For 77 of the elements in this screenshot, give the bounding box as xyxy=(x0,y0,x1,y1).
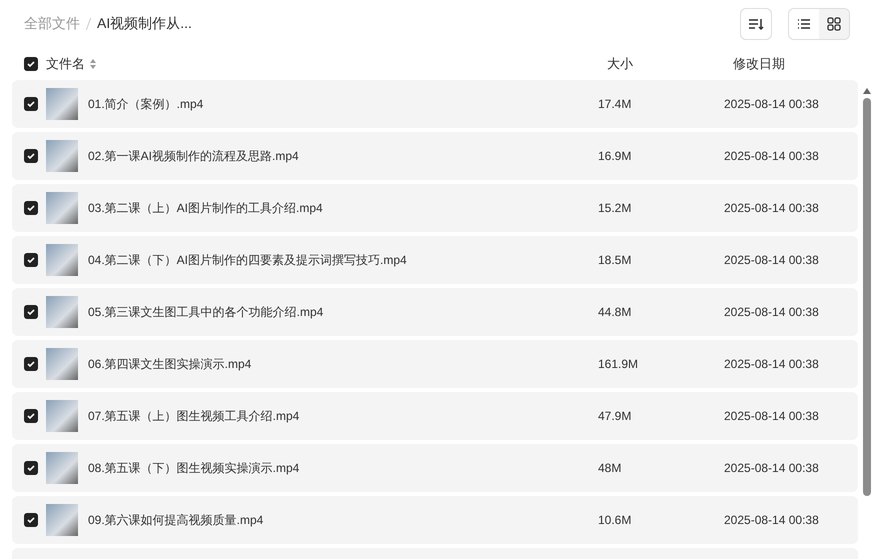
modified-date: 2025-08-14 00:38 xyxy=(724,201,819,215)
check-icon xyxy=(26,99,36,109)
row-checkbox[interactable] xyxy=(24,461,38,475)
file-row[interactable]: 04.第二课（下）AI图片制作的四要素及提示词撰写技巧.mp4 18.5M 2025-08-14 00:38 xyxy=(12,236,858,284)
file-name: 01.简介（案例）.mp4 xyxy=(88,96,204,112)
file-size: 18.5M xyxy=(598,253,632,267)
scrollbar-thumb[interactable] xyxy=(863,98,871,496)
file-size: 15.2M xyxy=(598,201,632,215)
size-column-header: 大小 xyxy=(607,55,634,73)
video-thumbnail-placeholder xyxy=(46,244,78,276)
modified-date: 2025-08-14 00:38 xyxy=(724,357,819,371)
file-row[interactable]: 09.第六课如何提高视频质量.mp4 10.6M 2025-08-14 00:38 xyxy=(12,496,858,544)
file-name: 08.第五课（下）图生视频实操演示.mp4 xyxy=(88,460,300,476)
video-thumbnail-placeholder xyxy=(46,296,78,328)
grid-icon xyxy=(827,17,841,31)
modified-date: 2025-08-14 00:38 xyxy=(724,149,819,163)
sort-arrows-icon[interactable] xyxy=(89,58,97,70)
row-checkbox[interactable] xyxy=(24,253,38,267)
check-icon xyxy=(26,463,36,473)
row-checkbox[interactable] xyxy=(24,513,38,527)
video-thumbnail-placeholder xyxy=(46,88,78,120)
row-checkbox[interactable] xyxy=(24,409,38,423)
file-size: 44.8M xyxy=(598,305,632,319)
sort-icon xyxy=(748,17,764,31)
video-thumbnail-placeholder xyxy=(46,400,78,432)
file-name: 09.第六课如何提高视频质量.mp4 xyxy=(88,512,264,528)
file-size: 48M xyxy=(598,461,622,475)
file-size: 161.9M xyxy=(598,357,640,371)
modified-date: 2025-08-14 00:38 xyxy=(724,97,819,111)
file-row[interactable]: 03.第二课（上）AI图片制作的工具介绍.mp4 15.2M 2025-08-14 00:38 xyxy=(12,184,858,232)
row-checkbox[interactable] xyxy=(24,149,38,163)
video-thumbnail-placeholder xyxy=(46,140,78,172)
row-checkbox[interactable] xyxy=(24,305,38,319)
scroll-up-icon[interactable] xyxy=(863,88,871,94)
check-icon xyxy=(26,151,36,161)
file-row[interactable]: 06.第四课文生图实操演示.mp4 161.9M 2025-08-14 00:38 xyxy=(12,340,858,388)
file-row[interactable]: 08.第五课（下）图生视频实操演示.mp4 48M 2025-08-14 00:38 xyxy=(12,444,858,492)
modified-date: 2025-08-14 00:38 xyxy=(724,253,819,267)
row-checkbox[interactable] xyxy=(24,357,38,371)
modified-date: 2025-08-14 00:38 xyxy=(724,409,819,423)
modified-date: 2025-08-14 00:38 xyxy=(724,513,819,527)
file-size: 16.9M xyxy=(598,149,632,163)
check-icon xyxy=(26,359,36,369)
video-thumbnail-placeholder xyxy=(46,348,78,380)
file-row[interactable]: 07.第五课（上）图生视频工具介绍.mp4 47.9M 2025-08-14 00:38 xyxy=(12,392,858,440)
file-name: 02.第一课AI视频制作的流程及思路.mp4 xyxy=(88,148,300,164)
sort-button[interactable] xyxy=(740,8,772,40)
row-checkbox[interactable] xyxy=(24,97,38,111)
video-thumbnail-placeholder xyxy=(46,504,78,536)
video-thumbnail-placeholder xyxy=(46,452,78,484)
list-icon xyxy=(797,18,811,30)
file-size: 10.6M xyxy=(598,513,632,527)
current-folder: AI视频制作从... xyxy=(97,15,192,33)
file-name: 04.第二课（下）AI图片制作的四要素及提示词撰写技巧.mp4 xyxy=(88,252,408,268)
row-checkbox[interactable] xyxy=(24,201,38,215)
check-icon xyxy=(26,515,36,525)
check-icon xyxy=(26,255,36,265)
modified-date: 2025-08-14 00:38 xyxy=(724,461,819,475)
file-row[interactable]: 05.第三课文生图工具中的各个功能介绍.mp4 44.8M 2025-08-14 00:38 xyxy=(12,288,858,336)
file-name: 05.第三课文生图工具中的各个功能介绍.mp4 xyxy=(88,304,324,320)
file-name: 07.第五课（上）图生视频工具介绍.mp4 xyxy=(88,408,300,424)
check-icon xyxy=(26,59,36,69)
file-row[interactable]: 01.简介（案例）.mp4 17.4M 2025-08-14 00:38 xyxy=(12,80,858,128)
modified-date: 2025-08-14 00:38 xyxy=(724,305,819,319)
check-icon xyxy=(26,411,36,421)
file-name: 03.第二课（上）AI图片制作的工具介绍.mp4 xyxy=(88,200,324,216)
date-column-header: 修改日期 xyxy=(733,55,785,73)
check-icon xyxy=(26,203,36,213)
grid-view-button[interactable] xyxy=(819,9,849,39)
name-column-header[interactable]: 文件名 xyxy=(46,55,85,73)
file-size: 17.4M xyxy=(598,97,632,111)
file-name: 06.第四课文生图实操演示.mp4 xyxy=(88,356,252,372)
select-all-checkbox[interactable] xyxy=(24,57,38,71)
file-size: 47.9M xyxy=(598,409,632,423)
check-icon xyxy=(26,307,36,317)
file-row[interactable]: 02.第一课AI视频制作的流程及思路.mp4 16.9M 2025-08-14 00:38 xyxy=(12,132,858,180)
video-thumbnail-placeholder xyxy=(46,192,78,224)
